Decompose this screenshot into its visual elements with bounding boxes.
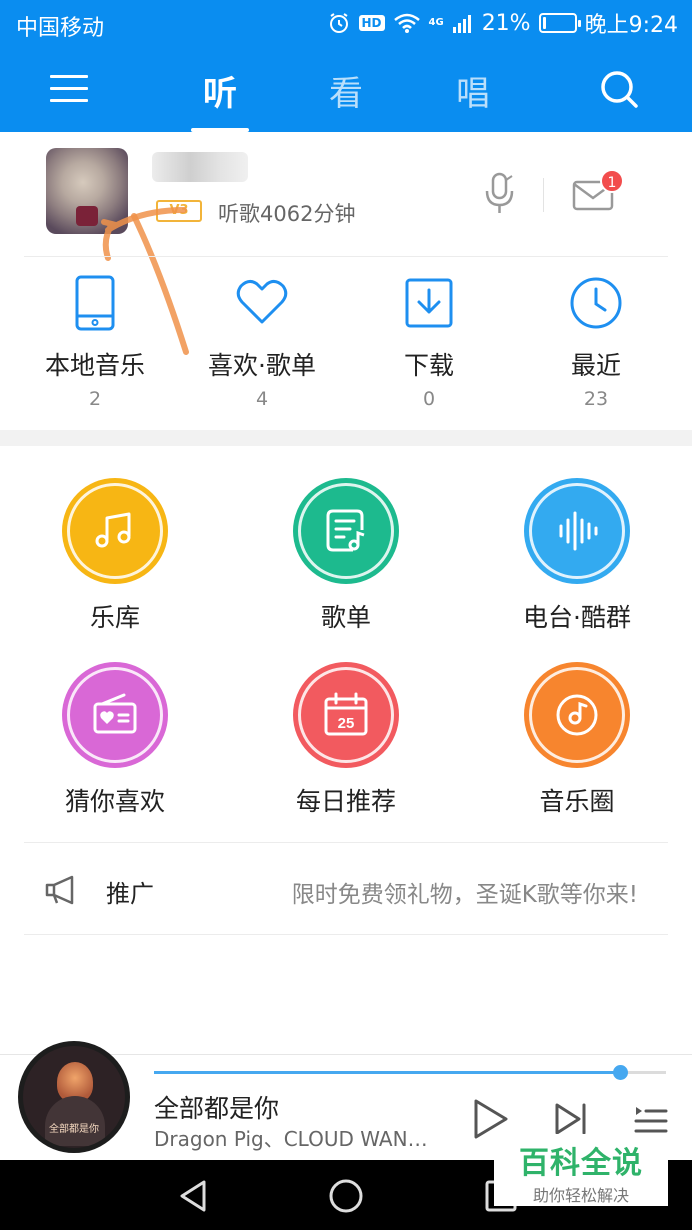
battery-percent: 21%	[481, 10, 531, 36]
alarm-icon	[329, 13, 348, 33]
avatar[interactable]	[46, 148, 128, 234]
next-track-icon[interactable]	[553, 1101, 589, 1137]
quick-label: 最近	[570, 351, 621, 380]
progress-fill	[154, 1071, 620, 1074]
back-icon[interactable]	[174, 1177, 212, 1215]
progress-knob[interactable]	[612, 1065, 628, 1080]
message-badge: 1	[600, 169, 624, 193]
quick-local-music[interactable]: 本地音乐 2	[15, 274, 175, 424]
feature-icon-bg	[524, 662, 630, 768]
download-icon	[405, 278, 453, 328]
music-note-icon	[95, 512, 131, 548]
mic-icon[interactable]	[484, 172, 516, 216]
feature-label: 每日推荐	[295, 787, 396, 816]
quick-label: 本地音乐	[44, 351, 145, 380]
progress-bar[interactable]	[154, 1065, 666, 1080]
feature-icon-bg	[524, 478, 630, 584]
section-separator	[0, 430, 692, 446]
song-title[interactable]: 全部都是你	[154, 1089, 279, 1125]
clock: 晚上9:24	[584, 13, 678, 38]
home-icon[interactable]	[327, 1177, 365, 1215]
tab-sing[interactable]: 唱	[438, 66, 508, 115]
quick-count: 2	[88, 388, 102, 410]
feature-icon-bg	[62, 478, 168, 584]
battery-icon	[538, 13, 581, 33]
heart-icon	[236, 279, 288, 324]
listen-time: 听歌4062分钟	[218, 202, 356, 226]
hd-icon: HD	[358, 15, 385, 31]
song-artist[interactable]: Dragon Pig、CLOUD WAN…	[154, 1123, 454, 1152]
feature-music-circle[interactable]: 音乐圈	[482, 662, 672, 822]
feature-label: 猜你喜欢	[64, 787, 165, 816]
search-icon[interactable]	[598, 68, 640, 110]
playlist-queue-icon[interactable]	[634, 1101, 668, 1137]
signal-icon	[452, 15, 471, 33]
feature-label: 音乐圈	[539, 787, 615, 816]
feature-icon-bg	[293, 478, 399, 584]
promo-text: 限时免费领礼物，圣诞K歌等你来!	[291, 882, 638, 908]
carrier-name: 中国移动	[16, 16, 105, 41]
tab-watch[interactable]: 看	[311, 66, 381, 115]
calendar-day: 25	[338, 715, 355, 732]
feature-label: 电台·酷群	[523, 603, 631, 632]
feature-label: 乐库	[89, 603, 140, 632]
clock-icon	[570, 277, 622, 329]
watermark-title: 百科全说	[519, 1146, 643, 1181]
active-tab-indicator	[191, 128, 249, 132]
quick-recent[interactable]: 最近 23	[516, 274, 676, 424]
divider	[24, 934, 668, 935]
quick-count: 0	[422, 388, 436, 410]
disc-icon	[556, 694, 598, 736]
status-icons: HD 4G 21% 晚上9:24	[327, 8, 678, 38]
watermark-logo: 百科全说 助你轻松解决	[494, 1134, 668, 1206]
divider	[24, 256, 668, 257]
quick-label: 下载	[403, 351, 454, 380]
playlist-icon	[326, 509, 365, 552]
watermark-subtitle: 助你轻松解决	[532, 1186, 629, 1205]
quick-count: 23	[583, 388, 609, 410]
feature-label: 歌单	[320, 603, 371, 632]
promo-banner[interactable]: 推广 限时免费领礼物，圣诞K歌等你来!	[24, 844, 668, 934]
radio-heart-icon	[93, 693, 137, 734]
status-bar: 中国移动 HD 4G 21% 晚上9:24	[0, 0, 692, 48]
quick-label: 喜欢·歌单	[208, 351, 316, 380]
feature-icon-bg: 25	[293, 662, 399, 768]
feature-radio-groups[interactable]: 电台·酷群	[482, 478, 672, 638]
feature-guess-you-like[interactable]: 猜你喜欢	[20, 662, 210, 822]
level-badge: V3	[156, 200, 202, 222]
megaphone-icon	[45, 875, 74, 905]
feature-music-library[interactable]: 乐库	[20, 478, 210, 638]
album-art[interactable]: 全部都是你	[18, 1041, 130, 1153]
feature-daily-picks[interactable]: 25 每日推荐	[251, 662, 441, 822]
album-cover-text: 全部都是你	[49, 1124, 99, 1135]
soundwave-icon	[559, 511, 598, 551]
header-divider	[543, 178, 544, 212]
wifi-icon	[393, 13, 420, 33]
phone-icon	[75, 275, 115, 331]
feature-playlists[interactable]: 歌单	[251, 478, 441, 638]
calendar-icon: 25	[324, 692, 368, 736]
top-nav: 听 看 唱	[0, 48, 692, 132]
promo-title: 推广	[106, 880, 154, 908]
quick-favorites[interactable]: 喜欢·歌单 4	[182, 274, 342, 424]
username-blurred[interactable]	[152, 152, 248, 182]
quick-count: 4	[255, 388, 269, 410]
feature-icon-bg	[62, 662, 168, 768]
menu-icon[interactable]	[50, 70, 88, 106]
quick-downloads[interactable]: 下载 0	[349, 274, 509, 424]
tab-listen[interactable]: 听	[185, 66, 255, 115]
network-type: 4G	[428, 17, 444, 28]
divider	[24, 842, 668, 843]
